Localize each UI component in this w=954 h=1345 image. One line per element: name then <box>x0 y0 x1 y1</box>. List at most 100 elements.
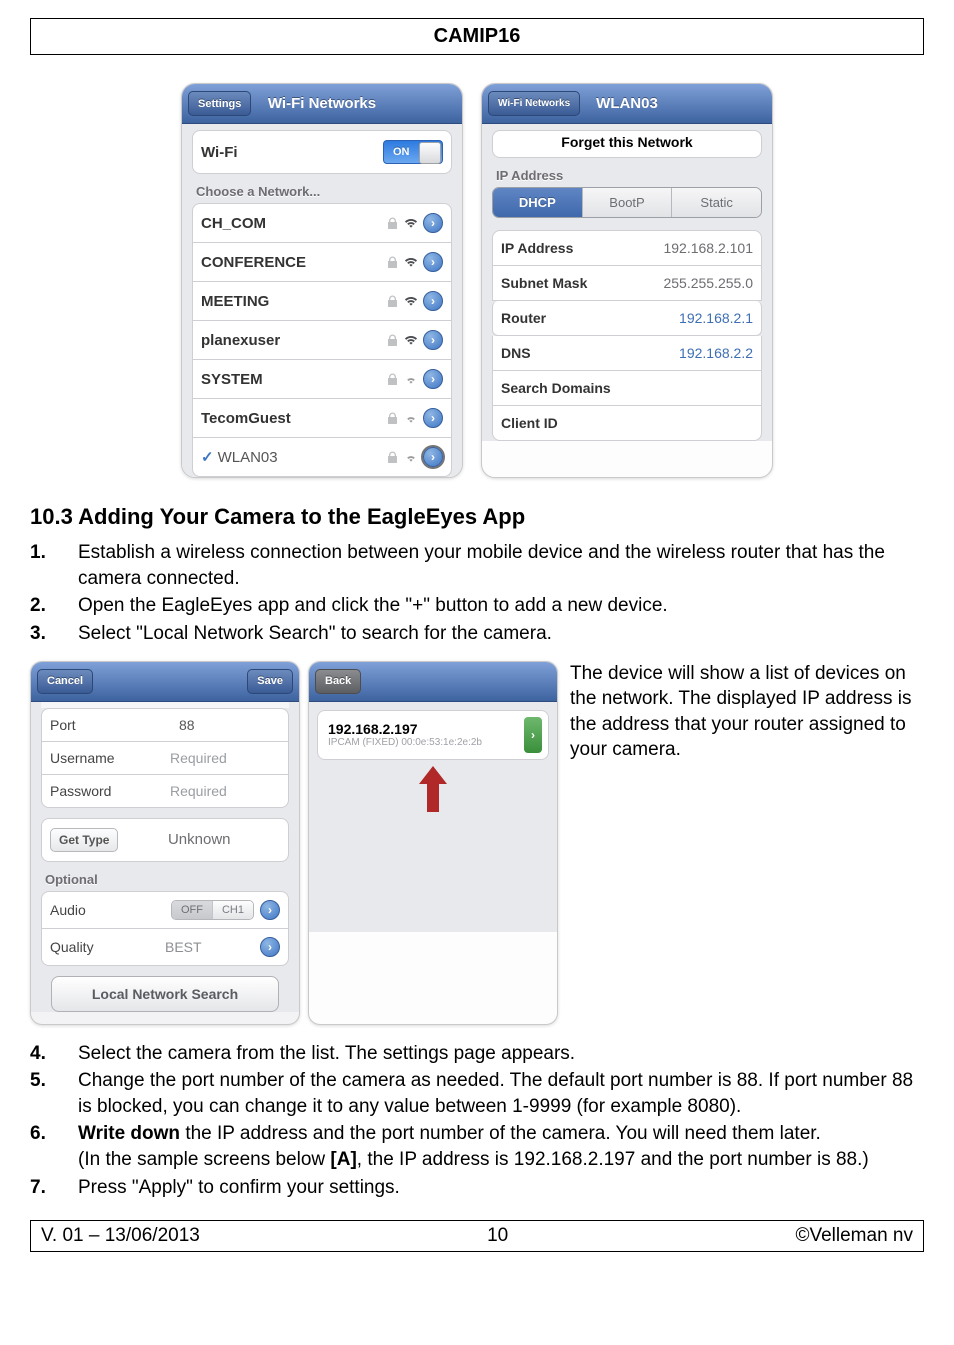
ip-address-header: IP Address <box>492 158 762 187</box>
product-name: CAMIP16 <box>31 25 923 48</box>
step-text: Change the port number of the camera as … <box>78 1068 924 1119</box>
back-button[interactable]: Back <box>315 669 361 694</box>
page-footer: V. 01 – 13/06/2013 10 ©Velleman nv <box>30 1220 924 1252</box>
wifi-icon <box>404 294 418 308</box>
wifi-icon <box>404 216 418 230</box>
step-number: 5. <box>30 1068 78 1119</box>
wifi-toggle[interactable]: ON <box>383 140 443 164</box>
dns-row: DNS192.168.2.2 <box>492 336 762 371</box>
network-item[interactable]: CH_COM › <box>192 203 452 243</box>
mask-row: Subnet Mask255.255.255.0 <box>492 266 762 301</box>
footer-copy: ©Velleman nv <box>795 1225 913 1247</box>
step-number: 3. <box>30 621 78 647</box>
step-number: 1. <box>30 540 78 591</box>
tab-static[interactable]: Static <box>671 188 761 217</box>
local-network-search-button[interactable]: Local Network Search <box>51 976 279 1012</box>
ip-row: IP Address192.168.2.101 <box>492 230 762 266</box>
router-row: Router192.168.2.1 <box>492 301 762 336</box>
wifi-icon <box>404 255 418 269</box>
detail-icon[interactable]: › <box>423 213 443 233</box>
network-item[interactable]: TecomGuest › <box>192 399 452 438</box>
tab-dhcp[interactable]: DHCP <box>493 188 582 217</box>
step-text: Select the camera from the list. The set… <box>78 1041 924 1067</box>
audio-row: Audio OFFCH1 › <box>41 891 289 929</box>
side-text: The device will show a list of devices o… <box>566 661 924 1025</box>
found-ip: 192.168.2.197 <box>328 721 482 737</box>
wifi-icon <box>404 411 418 425</box>
wifi-toggle-row: Wi-Fi ON <box>192 130 452 174</box>
detail-icon[interactable]: › <box>423 408 443 428</box>
figure-wifi-panels: Settings Wi-Fi Networks Wi-Fi ON Choose … <box>30 83 924 478</box>
network-item-selected[interactable]: ✓ WLAN03 › <box>192 438 452 477</box>
found-device-card: Back 192.168.2.197 IPCAM (FIXED) 00:0e:5… <box>308 661 558 1025</box>
step-number: 4. <box>30 1041 78 1067</box>
network-item[interactable]: planexuser › <box>192 321 452 360</box>
figure-app-screens: Cancel Save Port88 UsernameRequired Pass… <box>30 661 924 1025</box>
step-number: 6. <box>30 1121 78 1172</box>
steps-list: 1.Establish a wireless connection betwee… <box>30 540 924 647</box>
wifi-networks-panel: Settings Wi-Fi Networks Wi-Fi ON Choose … <box>181 83 463 478</box>
go-icon[interactable]: › <box>524 717 542 753</box>
nav-bar: Settings Wi-Fi Networks <box>182 84 462 124</box>
password-row[interactable]: PasswordRequired <box>41 775 289 808</box>
step-text: Select "Local Network Search" to search … <box>78 621 924 647</box>
ip-mode-tabs: DHCP BootP Static <box>492 187 762 218</box>
detail-icon[interactable]: › <box>423 291 443 311</box>
found-mac: IPCAM (FIXED) 00:0e:53:1e:2e:2b <box>328 737 482 748</box>
wifi-icon <box>404 372 418 386</box>
back-button[interactable]: Wi-Fi Networks <box>488 91 580 116</box>
search-row: Search Domains <box>492 371 762 406</box>
step-number: 7. <box>30 1175 78 1201</box>
nav-bar: Wi-Fi Networks WLAN03 <box>482 84 772 124</box>
step-text: Press "Apply" to confirm your settings. <box>78 1175 924 1201</box>
detail-icon[interactable]: › <box>423 369 443 389</box>
page-header: CAMIP16 <box>30 18 924 55</box>
audio-segment[interactable]: OFFCH1 <box>171 900 254 920</box>
lock-icon <box>385 255 399 269</box>
ip-details: IP Address192.168.2.101 Subnet Mask255.2… <box>492 230 762 441</box>
wifi-icon <box>404 333 418 347</box>
detail-icon[interactable]: › <box>260 900 280 920</box>
detail-icon[interactable]: › <box>423 330 443 350</box>
quality-row[interactable]: Quality BEST › <box>41 929 289 966</box>
lock-icon <box>385 333 399 347</box>
detail-icon[interactable]: › <box>423 252 443 272</box>
nav-bar: Cancel Save <box>31 662 299 702</box>
optional-header: Optional <box>41 862 289 891</box>
footer-version: V. 01 – 13/06/2013 <box>41 1225 200 1247</box>
arrow-up-icon <box>415 766 451 812</box>
lock-icon <box>385 411 399 425</box>
choose-network-header: Choose a Network... <box>192 174 452 203</box>
steps-list-cont: 4.Select the camera from the list. The s… <box>30 1041 924 1201</box>
forget-network-button[interactable]: Forget this Network <box>492 130 762 158</box>
cancel-button[interactable]: Cancel <box>37 669 93 694</box>
nav-bar: Back <box>309 662 557 702</box>
network-item[interactable]: CONFERENCE › <box>192 243 452 282</box>
save-button[interactable]: Save <box>247 669 293 694</box>
detail-icon[interactable]: › <box>423 447 443 467</box>
network-item[interactable]: SYSTEM › <box>192 360 452 399</box>
step-text: Establish a wireless connection between … <box>78 540 924 591</box>
wifi-icon <box>404 450 418 464</box>
found-device-row[interactable]: 192.168.2.197 IPCAM (FIXED) 00:0e:53:1e:… <box>318 711 548 759</box>
lock-icon <box>385 450 399 464</box>
port-row[interactable]: Port88 <box>41 708 289 742</box>
step-text: Open the EagleEyes app and click the "+"… <box>78 593 924 619</box>
get-type-button[interactable]: Get Type <box>50 828 118 852</box>
section-heading: 10.3 Adding Your Camera to the EagleEyes… <box>30 504 924 530</box>
wifi-label: Wi-Fi <box>201 144 383 161</box>
step-text: Write down the IP address and the port n… <box>78 1121 924 1172</box>
lock-icon <box>385 294 399 308</box>
step-number: 2. <box>30 593 78 619</box>
network-item[interactable]: MEETING › <box>192 282 452 321</box>
tab-bootp[interactable]: BootP <box>582 188 672 217</box>
lock-icon <box>385 372 399 386</box>
network-list: CH_COM › CONFERENCE › MEETING › <box>192 203 452 477</box>
client-row: Client ID <box>492 406 762 441</box>
device-settings-card: Cancel Save Port88 UsernameRequired Pass… <box>30 661 300 1025</box>
username-row[interactable]: UsernameRequired <box>41 742 289 775</box>
gettype-row: Get Type Unknown <box>41 818 289 862</box>
detail-icon[interactable]: › <box>260 937 280 957</box>
back-button[interactable]: Settings <box>188 91 251 116</box>
lock-icon <box>385 216 399 230</box>
